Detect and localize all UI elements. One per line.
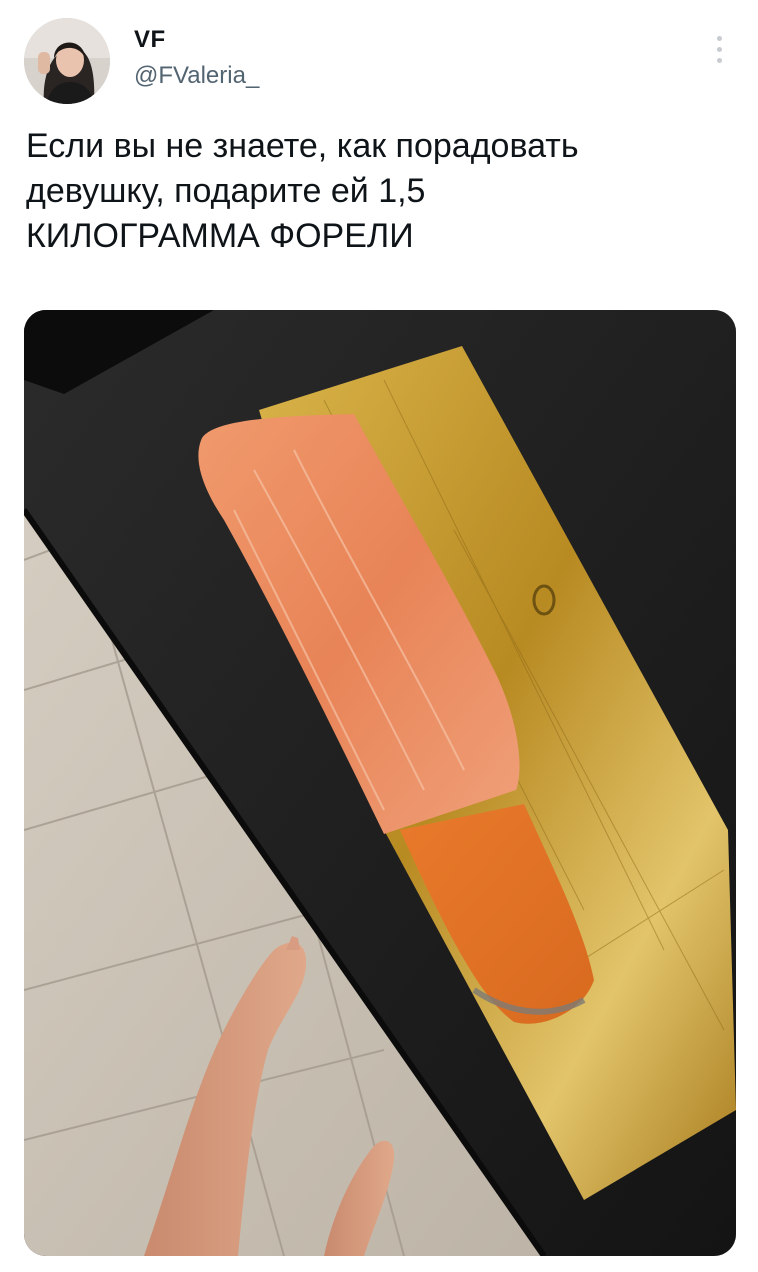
more-dot: [716, 36, 722, 41]
tweet-media-photo[interactable]: [24, 310, 736, 1256]
author-display-name[interactable]: VF: [134, 26, 166, 54]
author-handle[interactable]: @FValeria_: [134, 62, 259, 90]
more-vertical-icon[interactable]: [710, 36, 728, 72]
photo-trout-fillet-icon: [24, 310, 736, 1256]
user-avatar-icon: [24, 18, 110, 104]
more-dot: [716, 58, 722, 63]
more-dot: [716, 47, 722, 52]
tweet-text: Если вы не знаете, как порадовать девушк…: [26, 127, 579, 255]
tweet-header: VF @FValeria_: [24, 18, 734, 108]
avatar[interactable]: [24, 18, 110, 104]
